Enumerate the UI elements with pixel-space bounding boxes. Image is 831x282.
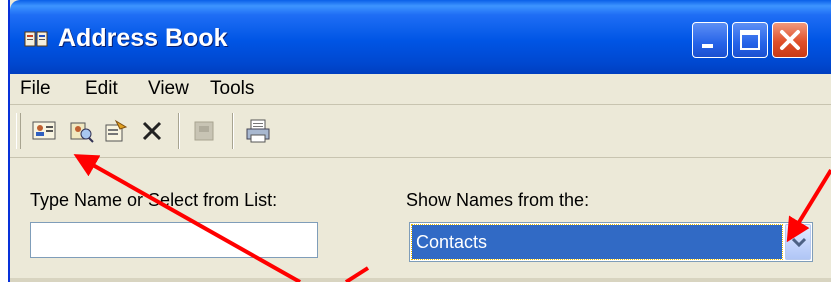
annotation-arrow <box>73 154 301 282</box>
annotation-arrow <box>786 168 831 243</box>
annotation-arrow <box>344 266 370 282</box>
annotation-overlay <box>73 154 831 282</box>
